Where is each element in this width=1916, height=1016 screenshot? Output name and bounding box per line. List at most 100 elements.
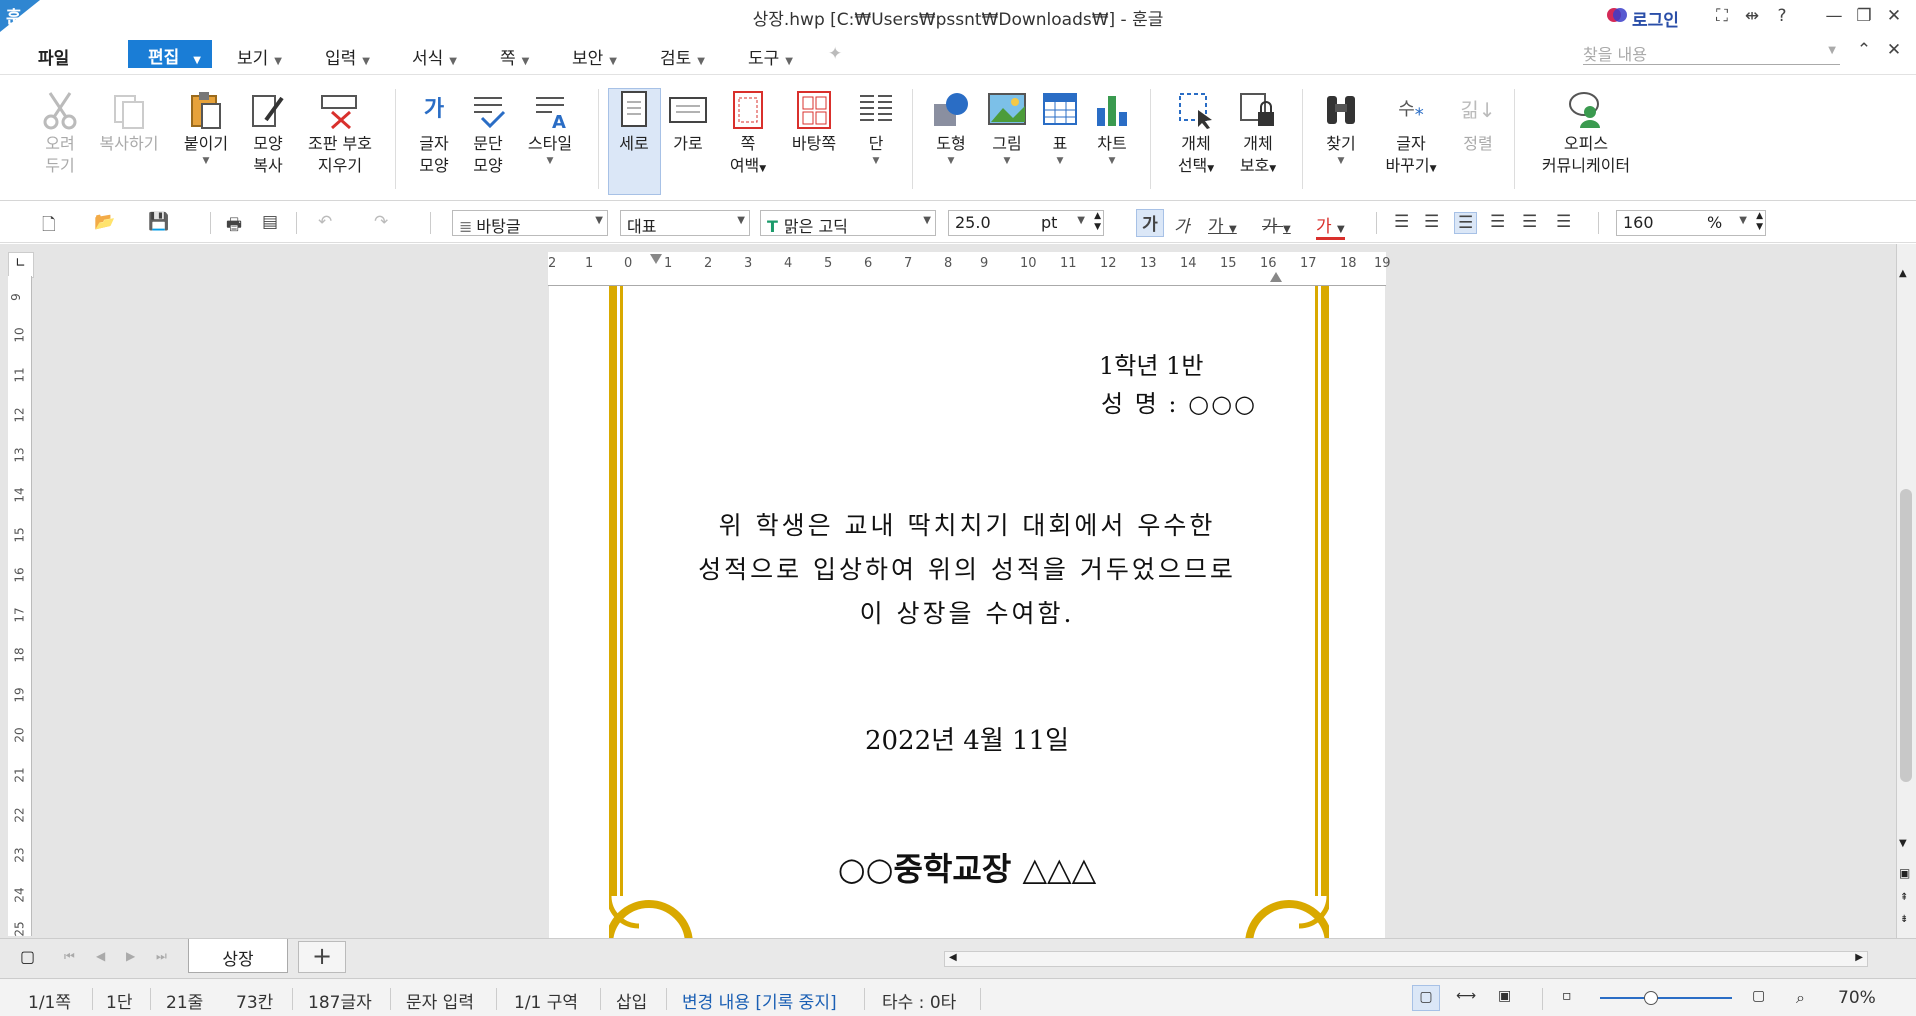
preview-icon[interactable]: ▤ (262, 212, 278, 232)
cut-button[interactable]: 오려 두기 (38, 87, 82, 177)
undo-icon[interactable]: ↶ (318, 212, 332, 232)
scroll-down-icon[interactable]: ▼ (1899, 838, 1907, 849)
login-button[interactable]: 로그인 (1632, 6, 1679, 31)
new-doc-icon[interactable]: 🗋 (42, 212, 56, 241)
zoom-level[interactable]: 70% (1838, 988, 1876, 1008)
horizontal-scrollbar[interactable]: ◀ ▶ (944, 951, 1868, 967)
style-button[interactable]: A 스타일 ▼ (522, 87, 578, 167)
style-select[interactable]: ≣ 바탕글 ▼ (452, 210, 608, 236)
object-protect-button[interactable]: 개체 보호▼ (1232, 87, 1284, 180)
copy-button[interactable]: 복사하기 (94, 87, 164, 155)
vertical-scrollbar[interactable]: ▲ ▼ ▣ ⇞ ⇟ (1896, 244, 1916, 938)
prev-icon[interactable]: ◀ (96, 949, 105, 963)
prev-page-icon[interactable]: ⇞ (1900, 892, 1908, 903)
horizontal-ruler[interactable]: 2 1 0 1 2 3 4 5 6 7 8 9 10 11 12 13 14 1… (548, 252, 1391, 286)
open-folder-icon[interactable]: 📂 (94, 212, 115, 232)
width-fit-icon[interactable]: ⟷ (1456, 988, 1476, 1004)
search-input[interactable]: 찾을 내용 ▼ (1583, 41, 1840, 65)
zoom-in-icon[interactable]: ▢ (1752, 988, 1765, 1004)
menu-tools[interactable]: 도구 ▼ (748, 44, 793, 69)
format-copy-button[interactable]: 모양 복사 (246, 87, 290, 177)
scroll-left-icon[interactable]: ◀ (949, 952, 957, 963)
font-select[interactable]: T 맑은 고딕 ▼ (760, 210, 936, 236)
replace-button[interactable]: 수⁎ 글자 바꾸기▼ (1380, 87, 1442, 180)
para-shape-button[interactable]: 문단 모양 (466, 87, 510, 177)
object-select-button[interactable]: 개체 선택▼ (1170, 87, 1222, 180)
collapse-ribbon-icon[interactable]: ⌃ (1852, 40, 1876, 60)
shapes-button[interactable]: 도형 ▼ (928, 87, 974, 167)
align-center-icon[interactable]: ☰ (1454, 212, 1478, 234)
clear-marks-button[interactable]: 조판 부호 지우기 (302, 87, 378, 177)
scroll-thumb[interactable] (1900, 489, 1912, 782)
scroll-up-icon[interactable]: ▲ (1899, 268, 1907, 279)
menu-format[interactable]: 서식 ▼ (412, 44, 457, 69)
document-page[interactable]: 1학년 1반 성 명 : ○○○ 위 학생은 교내 딱치치기 대회에서 우수한 … (549, 286, 1385, 938)
page-layout-icon[interactable]: ▢ (20, 947, 35, 966)
first-page-icon[interactable]: ⏮ (64, 949, 75, 964)
help-icon[interactable]: ? (1770, 6, 1794, 26)
menu-edit[interactable]: 편집 ▼ (128, 40, 212, 68)
menu-security[interactable]: 보안 ▼ (572, 44, 617, 69)
redo-icon[interactable]: ↷ (374, 212, 388, 232)
zoom-input[interactable]: 160% ▼ ▲ ▼ (1616, 210, 1766, 236)
minimize-button[interactable]: — (1822, 6, 1846, 26)
page-view-icon[interactable]: ▣ (1899, 866, 1910, 880)
paste-button[interactable]: 붙이기 ▼ (180, 87, 232, 167)
zoom-slider-handle[interactable] (1644, 991, 1658, 1005)
underline-button[interactable]: 가 ▼ (1208, 212, 1237, 237)
menu-page[interactable]: 쪽 ▼ (500, 44, 529, 69)
status-track-changes[interactable]: 변경 내용 [기록 중지] (682, 988, 837, 1013)
align-left-icon[interactable]: ☰ (1424, 212, 1439, 232)
menu-file[interactable]: 파일 (38, 44, 69, 69)
split-view-icon[interactable]: ⇹ (1740, 6, 1764, 26)
scroll-right-icon[interactable]: ▶ (1855, 952, 1863, 963)
align-justify-icon[interactable]: ☰ (1394, 212, 1409, 232)
strikethrough-button[interactable]: 가 ▼ (1262, 212, 1291, 237)
print-icon[interactable]: 🖶 (226, 212, 242, 241)
next-icon[interactable]: ▶ (126, 949, 135, 963)
char-shape-button[interactable]: 가 글자 모양 (412, 87, 456, 177)
close-button[interactable]: ✕ (1882, 6, 1906, 26)
sort-button[interactable]: 긺↓ 정렬 (1456, 87, 1500, 155)
divide-icon[interactable]: ☰ (1556, 212, 1571, 232)
vertical-ruler[interactable]: 9 10 11 12 13 14 15 16 17 18 19 20 21 22… (8, 276, 32, 937)
font-color-button[interactable]: 가 ▼ (1316, 212, 1345, 240)
picture-button[interactable]: 그림 ▼ (984, 87, 1030, 167)
indent-marker-icon[interactable] (650, 254, 662, 264)
normal-view-icon[interactable]: ▢ (1412, 985, 1440, 1011)
master-page-button[interactable]: 바탕쪽 (786, 87, 842, 155)
font-size-input[interactable]: 25.0 pt ▼ ▲ ▼ (948, 210, 1104, 236)
last-page-icon[interactable]: ⏭ (156, 949, 167, 964)
page-margin-button[interactable]: 쪽 여백▼ (722, 87, 774, 180)
menu-review[interactable]: 검토 ▼ (660, 44, 705, 69)
menu-view[interactable]: 보기 ▼ (237, 44, 282, 69)
table-button[interactable]: 표 ▼ (1040, 87, 1080, 167)
find-button[interactable]: 찾기 ▼ (1318, 87, 1364, 167)
page-fit-icon[interactable]: ▣ (1498, 988, 1511, 1004)
status-insert[interactable]: 삽입 (616, 988, 647, 1013)
portrait-button[interactable]: 세로 (612, 87, 656, 155)
next-page-icon[interactable]: ⇟ (1900, 914, 1908, 925)
office-communicator-button[interactable]: 오피스 커뮤니케이터 (1532, 87, 1640, 177)
chart-button[interactable]: 차트 ▼ (1090, 87, 1134, 167)
status-mode[interactable]: 문자 입력 (406, 988, 474, 1013)
save-icon[interactable]: 💾 (148, 212, 169, 232)
distribute-icon[interactable]: ☰ (1522, 212, 1537, 232)
columns-button[interactable]: 단 ▼ (854, 87, 898, 167)
status-page[interactable]: 1/1쪽 (28, 988, 71, 1013)
close-doc-icon[interactable]: ✕ (1882, 40, 1906, 60)
right-margin-marker-icon[interactable] (1270, 272, 1282, 282)
zoom-out-icon[interactable]: ▫ (1562, 988, 1572, 1004)
align-right-icon[interactable]: ☰ (1490, 212, 1505, 232)
zoom-slider[interactable] (1600, 991, 1732, 1005)
zoom-search-icon[interactable]: ⌕ (1796, 988, 1805, 1008)
tab-sangjang[interactable]: 상장 (188, 939, 288, 973)
bold-button[interactable]: 가 (1136, 209, 1164, 237)
restore-button[interactable]: ❐ (1852, 6, 1876, 26)
landscape-button[interactable]: 가로 (666, 87, 710, 155)
fullscreen-icon[interactable]: ⛶ (1710, 6, 1734, 26)
puzzle-icon[interactable]: ✦ (828, 44, 842, 64)
ruler-corner-button[interactable]: ∟ (8, 252, 34, 278)
add-tab-button[interactable]: + (298, 941, 346, 973)
menu-input[interactable]: 입력 ▼ (325, 44, 370, 69)
